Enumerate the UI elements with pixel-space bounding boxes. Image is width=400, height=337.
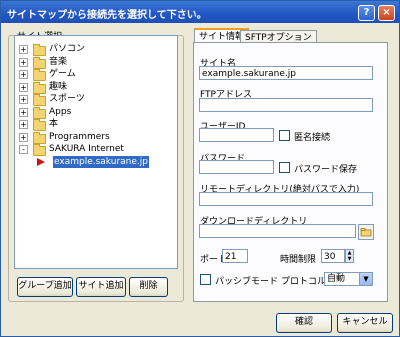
site-name-input[interactable]: example.sakurane.jp (199, 66, 373, 80)
collapse-icon[interactable]: - (19, 145, 28, 154)
expand-icon[interactable]: + (19, 57, 28, 67)
user-id-input[interactable] (199, 128, 274, 142)
browse-folder-button[interactable] (358, 224, 374, 240)
folder-icon (33, 144, 46, 156)
add-site-button[interactable]: サイト追加 (76, 277, 126, 297)
folder-icon (33, 56, 46, 69)
port-input[interactable]: 21 (222, 249, 248, 263)
folder-icon (33, 106, 46, 119)
protocol-select[interactable]: 自動 ▼ (324, 272, 373, 286)
folder-icon (33, 81, 46, 94)
tree-item-label: 趣味 (49, 81, 68, 92)
password-input[interactable] (199, 160, 274, 174)
protocol-label: プロトコル (281, 277, 327, 287)
tree-item-label: Apps (49, 106, 72, 117)
window-title: サイトマップから接続先を選択して下さい。 (7, 10, 207, 21)
anonymous-label: 匿名接続 (294, 133, 331, 143)
expand-icon[interactable]: + (19, 132, 28, 142)
download-dir-input[interactable] (199, 224, 356, 238)
timeout-label: 時間制限 (280, 255, 317, 265)
ok-button[interactable]: 確認 (276, 313, 332, 333)
tree-item-label: SAKURA Internet (49, 144, 124, 154)
folder-icon (33, 119, 46, 131)
expand-icon[interactable]: + (19, 70, 28, 79)
site-tree[interactable]: + パソコン + 音楽 + ゲーム + 趣味 + スポーツ + Apps + 本 + Programmers -… (14, 35, 178, 269)
save-password-label: パスワード保存 (294, 165, 358, 175)
close-button[interactable]: × (378, 5, 395, 21)
tree-item-label: ゲーム (49, 69, 76, 79)
folder-icon (33, 69, 46, 81)
delete-button[interactable]: 削除 (129, 277, 168, 297)
passive-mode-checkbox[interactable] (200, 274, 211, 285)
tree-item-label: パソコン (49, 44, 86, 54)
tree-item-label: example.sakurane.jp (53, 155, 149, 168)
expand-icon[interactable]: + (19, 107, 28, 117)
chevron-down-icon: ▼ (359, 273, 372, 285)
tree-item-label: スポーツ (49, 94, 85, 104)
expand-icon[interactable]: + (19, 95, 28, 104)
expand-icon[interactable]: + (19, 45, 28, 54)
passive-mode-label: パッシブモード (215, 277, 279, 287)
tree-item-label: 音楽 (49, 56, 68, 67)
dialog-window: サイトマップから接続先を選択して下さい。 ? × サイト選択 +パソコン+音楽+… (0, 0, 400, 337)
timeout-input[interactable]: 30 (321, 249, 345, 263)
folder-icon (33, 94, 46, 106)
anonymous-checkbox[interactable] (279, 130, 290, 141)
tree-item-label: Programmers (49, 131, 110, 142)
timeout-spinner[interactable]: ▲ ▼ (345, 249, 354, 263)
save-password-checkbox[interactable] (279, 162, 290, 173)
help-button[interactable]: ? (358, 5, 375, 21)
folder-icon (33, 44, 46, 56)
protocol-selected-value: 自動 (327, 274, 346, 284)
remote-dir-input[interactable] (199, 192, 373, 206)
expand-icon[interactable]: + (19, 82, 28, 92)
expand-icon[interactable]: + (19, 120, 28, 129)
ftp-address-input[interactable] (199, 98, 373, 112)
add-group-button[interactable]: グループ追加 (17, 277, 73, 297)
selected-arrow-icon (37, 157, 45, 166)
folder-icon (33, 131, 46, 144)
tree-item-label: 本 (49, 119, 59, 129)
cancel-button[interactable]: キャンセル (337, 313, 393, 333)
browse-folder-icon (360, 228, 372, 237)
title-bar: サイトマップから接続先を選択して下さい。 ? × (1, 1, 399, 23)
